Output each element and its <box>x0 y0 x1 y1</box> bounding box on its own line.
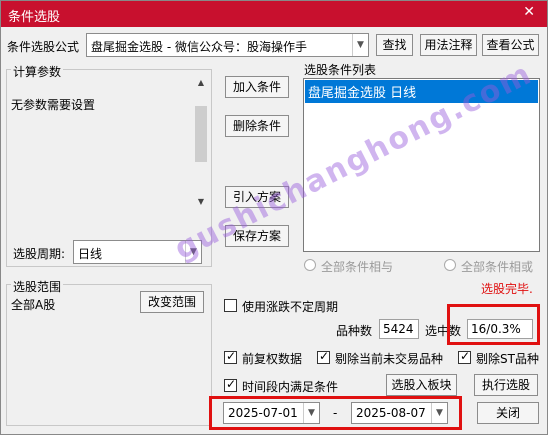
pre-adjust-checkbox[interactable] <box>224 349 237 364</box>
volatile-period-checkbox[interactable] <box>224 299 237 312</box>
title-bar: 条件选股 ✕ <box>1 1 547 27</box>
condition-list-label: 选股条件列表 <box>304 63 377 77</box>
exclude-st-label: 剔除ST品种 <box>476 352 539 366</box>
and-radio[interactable] <box>304 259 316 271</box>
period-label: 选股周期: <box>13 247 66 261</box>
window-title: 条件选股 <box>8 10 61 25</box>
range-group-label: 选股范围 <box>11 278 64 295</box>
delete-condition-button[interactable]: 删除条件 <box>225 115 289 137</box>
highlight-box <box>447 304 540 345</box>
and-radio-label: 全部条件相与 <box>321 260 394 274</box>
highlight-box <box>209 396 462 430</box>
formula-select[interactable]: 盘尾掘金选股 - 微信公众号：股海操作手 ▼ <box>86 33 369 57</box>
count-value: 5424 <box>383 322 414 336</box>
add-to-block-button[interactable]: 选股入板块 <box>386 374 457 396</box>
count-label: 品种数 <box>336 324 373 338</box>
change-range-button[interactable]: 改变范围 <box>140 291 204 313</box>
params-text: 无参数需要设置 <box>11 98 96 112</box>
formula-label: 条件选股公式 <box>7 40 80 54</box>
close-icon[interactable]: ✕ <box>523 4 535 20</box>
scroll-thumb[interactable] <box>195 106 207 162</box>
pre-adjust-label: 前复权数据 <box>242 352 303 366</box>
volatile-period-label: 使用涨跌不定周期 <box>242 300 339 314</box>
usage-notes-button[interactable]: 用法注释 <box>420 34 477 56</box>
params-group-label: 计算参数 <box>11 63 64 80</box>
period-condition-label: 时间段内满足条件 <box>242 380 339 394</box>
formula-select-value: 盘尾掘金选股 - 微信公众号：股海操作手 <box>91 40 307 54</box>
find-button[interactable]: 查找 <box>376 34 413 56</box>
status-text: 选股完毕. <box>481 282 533 296</box>
close-button[interactable]: 关闭 <box>477 402 539 424</box>
exclude-st-checkbox[interactable] <box>458 349 471 364</box>
chevron-down-icon[interactable]: ▼ <box>193 197 209 211</box>
params-scrollbar[interactable]: ▲ ▼ <box>193 78 209 211</box>
period-select-value: 日线 <box>78 247 103 261</box>
or-radio-label: 全部条件相或 <box>461 260 534 274</box>
exclude-untraded-checkbox[interactable] <box>317 349 330 364</box>
exclude-untraded-label: 剔除当前未交易品种 <box>335 352 444 366</box>
view-formula-button[interactable]: 查看公式 <box>482 34 539 56</box>
condition-stock-picker-window: 条件选股 ✕ 条件选股公式 盘尾掘金选股 - 微信公众号：股海操作手 ▼ 查找 … <box>0 0 548 435</box>
range-value: 全部A股 <box>11 298 56 312</box>
execute-button[interactable]: 执行选股 <box>474 374 538 396</box>
count-field: 5424 <box>379 319 419 339</box>
add-condition-button[interactable]: 加入条件 <box>225 76 289 98</box>
chevron-up-icon[interactable]: ▲ <box>193 78 209 92</box>
chevron-down-icon[interactable]: ▼ <box>352 34 368 56</box>
period-condition-checkbox[interactable] <box>224 377 237 392</box>
or-radio[interactable] <box>444 259 456 271</box>
